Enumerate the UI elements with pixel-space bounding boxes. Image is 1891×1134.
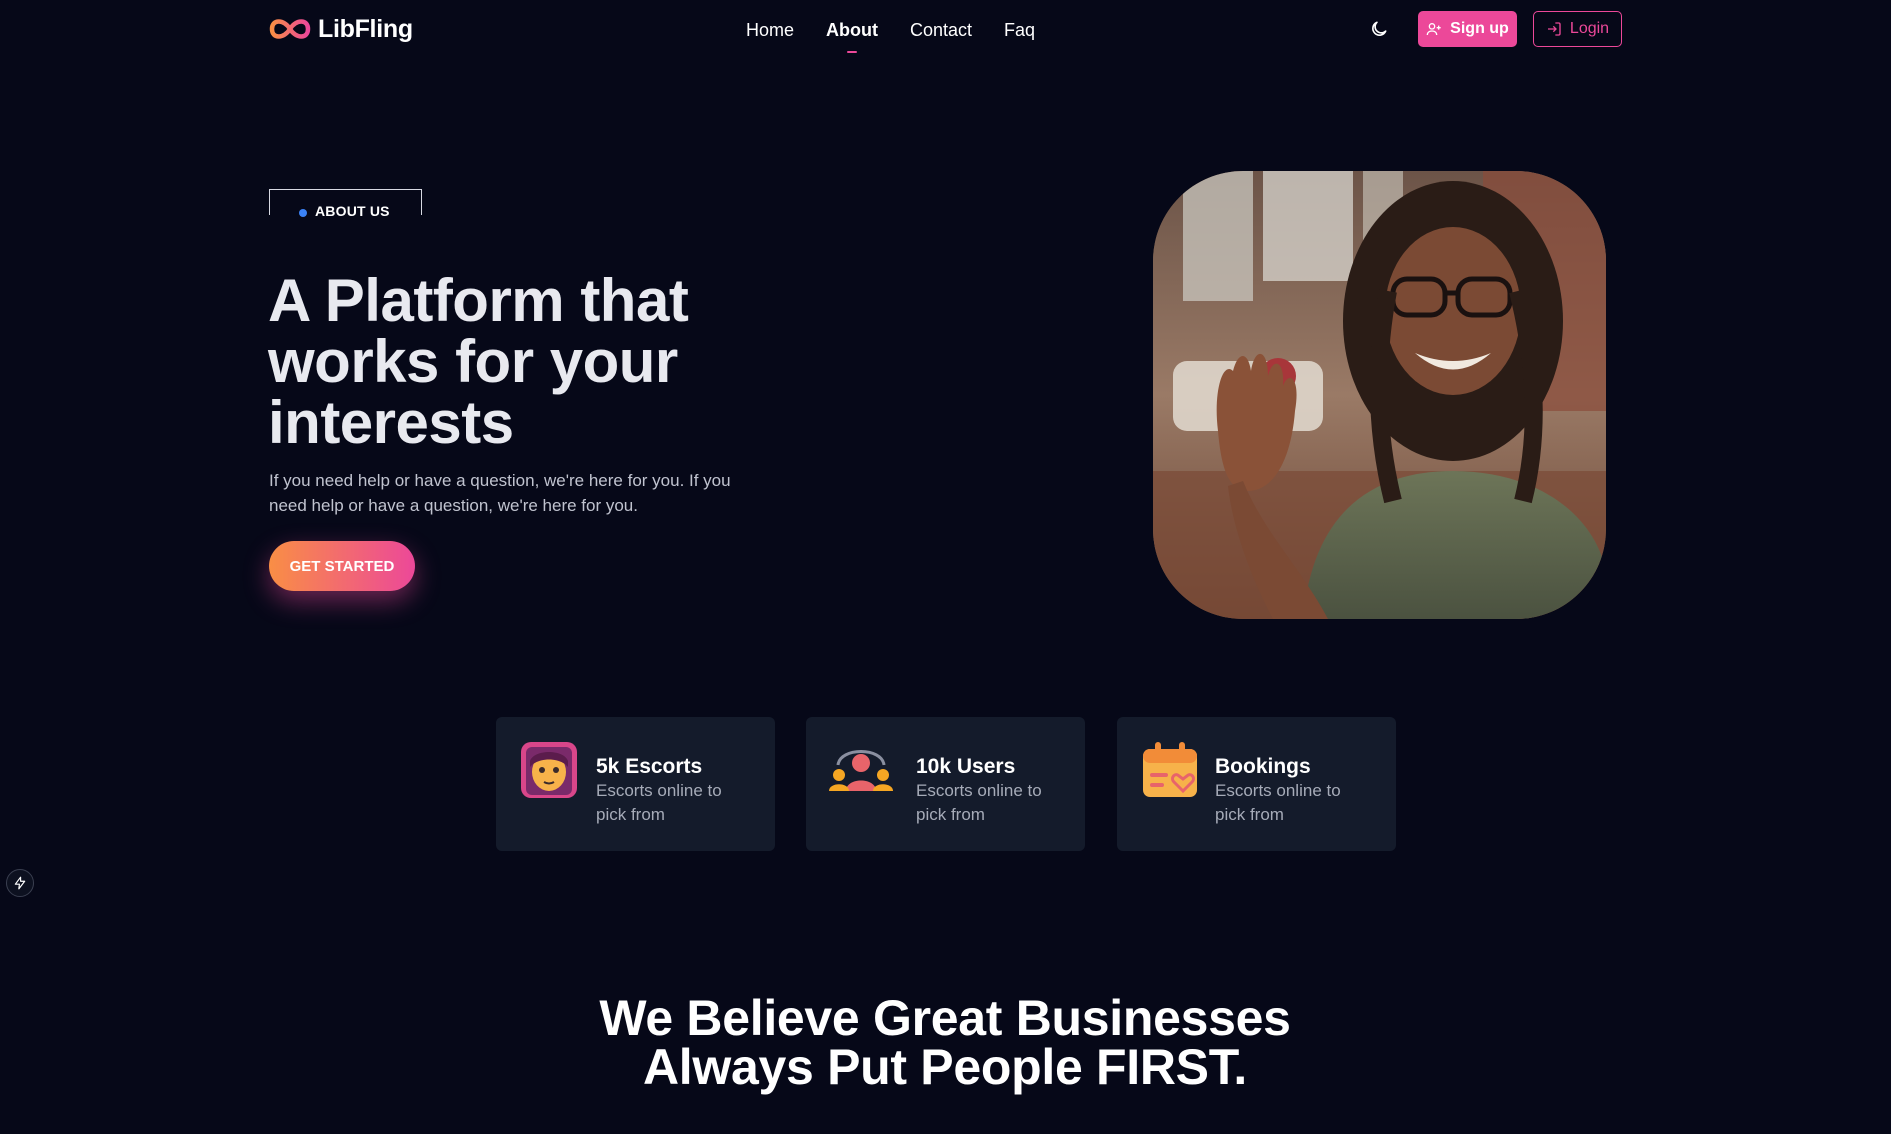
nav-link-faq[interactable]: Faq [1004, 18, 1035, 43]
quick-action-button[interactable] [6, 869, 34, 897]
escort-avatar-icon [521, 742, 577, 798]
nav-link-contact[interactable]: Contact [910, 18, 972, 43]
lightning-icon [14, 876, 26, 890]
stat-title: 10k Users [916, 755, 1016, 778]
logo[interactable]: LibFling [268, 13, 413, 45]
stat-subtitle: Escorts online to pick from [916, 781, 1042, 824]
moon-icon [1372, 21, 1387, 36]
add-user-icon [1426, 23, 1441, 36]
login-label: Login [1569, 20, 1610, 37]
woman-waving-photo [1153, 171, 1606, 619]
stat-subtitle: Escorts online to pick from [1215, 781, 1341, 824]
theme-toggle[interactable] [1366, 16, 1392, 42]
logo-text: LibFling [318, 14, 413, 43]
hero-photo [1153, 171, 1606, 619]
nav-link-about[interactable]: About [826, 18, 878, 53]
login-icon [1547, 22, 1561, 36]
users-group-icon [829, 750, 893, 791]
badge-dot [299, 209, 307, 217]
stat-title: 5k Escorts [596, 755, 703, 778]
stat-card-users: 10k Users Escorts online to pick from [806, 717, 1085, 851]
calendar-heart-icon [1143, 742, 1197, 797]
about-us-badge: ABOUT US [269, 189, 422, 219]
top-navbar: LibFling Home About Contact Faq Sign up … [0, 0, 1891, 58]
signup-label: Sign up [1450, 20, 1509, 37]
hero-title: A Platform that works for your interests [268, 267, 689, 456]
stat-card-escorts: 5k Escorts Escorts online to pick from [496, 717, 775, 851]
signup-button[interactable]: Sign up [1418, 11, 1517, 47]
hero-description: If you need help or have a question, we'… [269, 471, 731, 515]
badge-label: ABOUT US [315, 203, 390, 219]
main-menu: Home About Contact Faq [746, 18, 1067, 53]
infinity-logo-icon [269, 19, 311, 39]
stat-title: Bookings [1215, 755, 1311, 778]
section-title: We Believe Great Businesses Always Put P… [599, 990, 1291, 1095]
stat-subtitle: Escorts online to pick from [596, 781, 722, 824]
stat-card-bookings: Bookings Escorts online to pick from [1117, 717, 1396, 851]
get-started-button[interactable]: GET STARTED [269, 541, 415, 591]
nav-link-home[interactable]: Home [746, 18, 794, 43]
login-button[interactable]: Login [1533, 11, 1622, 47]
